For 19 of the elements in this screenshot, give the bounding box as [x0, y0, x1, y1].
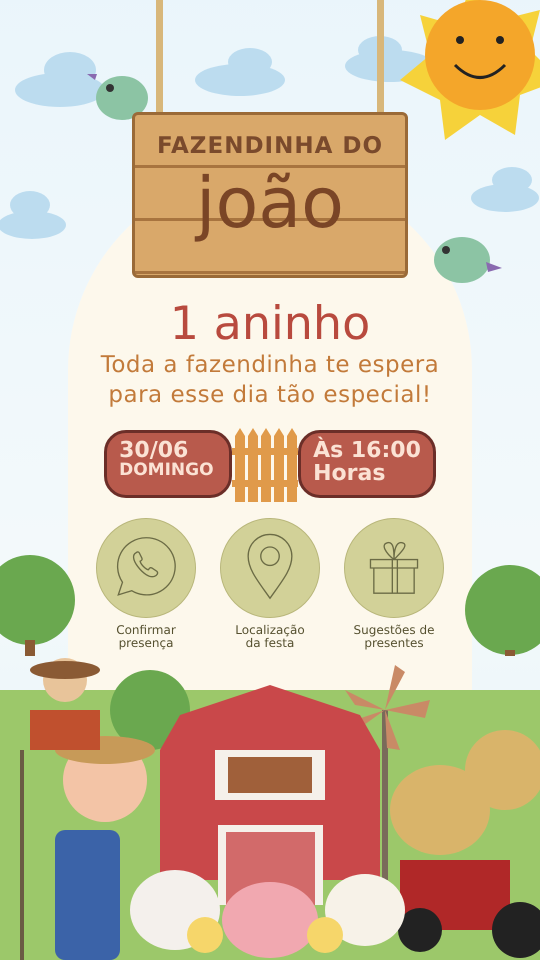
age-title: 1 aninho — [170, 300, 370, 346]
action-label: Confirmar presença — [116, 624, 176, 650]
invitation-message: para esse dia tão especial! — [107, 381, 433, 410]
bird-icon — [87, 74, 148, 120]
tree-icon — [0, 555, 75, 656]
fence-icon — [232, 426, 298, 502]
tree-icon — [465, 565, 540, 656]
time-badge: Às 16:00 Horas — [298, 430, 436, 498]
sign-title: FAZENDINHA DO — [156, 135, 384, 158]
invitation-message: Toda a fazendinha te espera — [100, 351, 440, 380]
action-label: Localização da festa — [235, 624, 305, 650]
action-label: Sugestões de presentes — [354, 624, 434, 650]
cloud-icon — [471, 167, 539, 212]
cloud-icon — [195, 48, 285, 96]
bird-icon — [434, 237, 502, 283]
sun-icon — [400, 0, 540, 140]
cloud-icon — [0, 191, 66, 239]
date-badge: 30/06 DOMINGO — [104, 430, 232, 498]
cloud-icon — [15, 52, 105, 107]
